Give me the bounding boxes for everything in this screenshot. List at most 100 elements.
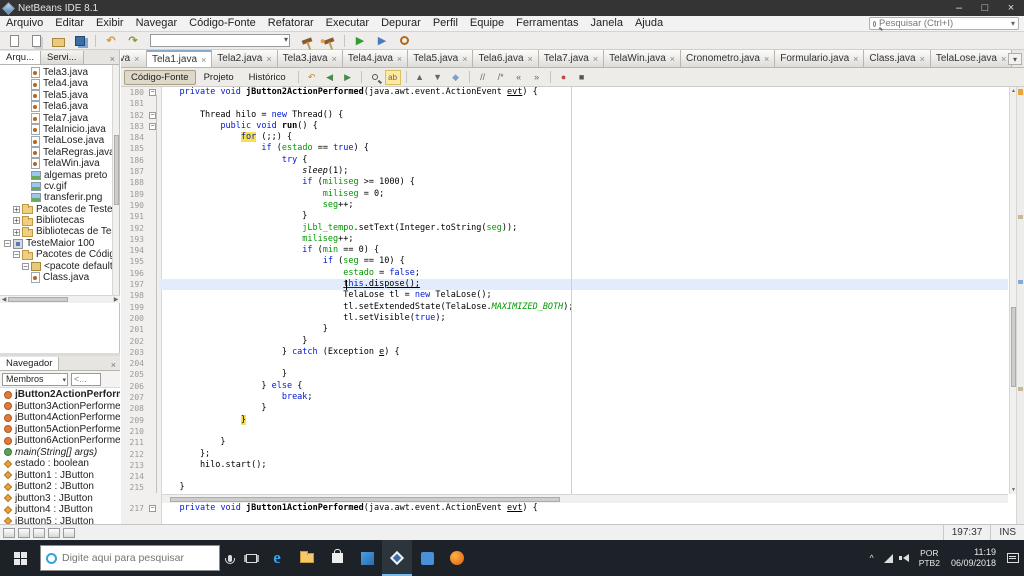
code-line-below-scrollbar[interactable]: 217− private void jButton1ActionPerforme… [121,503,1008,515]
tab-navegador[interactable]: Navegador [0,357,60,370]
scrollbar-thumb[interactable] [114,135,119,205]
collapse-icon[interactable]: − [13,251,20,259]
fold-column[interactable] [147,358,159,369]
editor-tab-tela5-java[interactable]: Tela5.java × [408,50,474,67]
fold-column[interactable] [147,302,159,313]
tree-item-telaregras-java[interactable]: TelaRegras.java [0,147,113,158]
statusbar-panel-icon[interactable] [33,527,45,538]
tree-item-cv-gif[interactable]: cv.gif [0,181,113,192]
line-number[interactable]: 204 [121,358,147,369]
editor-tab-cronometro-java[interactable]: Cronometro.java × [681,50,776,67]
stripe-mark[interactable] [1018,215,1023,219]
line-number[interactable]: 214 [121,471,147,482]
code-line-213[interactable]: 213 hilo.start(); [121,460,1008,471]
tree-item-transferir-png[interactable]: transferir.png [0,192,113,203]
editor-tab-tela6-java[interactable]: Tela6.java × [473,50,539,67]
tree-item-class-java[interactable]: Class.java [0,272,113,284]
fold-column[interactable]: − [147,87,159,98]
previous-bookmark-button[interactable]: ▲ [412,70,428,85]
view-button-historico[interactable]: Histórico [242,70,293,85]
tree-item-tela7-java[interactable]: Tela7.java [0,113,113,124]
code-line-209[interactable]: 209 } [121,414,1008,426]
scrollbar-thumb[interactable] [170,496,560,502]
explorer-vertical-scrollbar[interactable] [112,65,119,295]
fold-column[interactable] [147,166,159,177]
action-center-button[interactable] [1002,540,1024,576]
open-project-button[interactable] [48,33,68,49]
fold-column[interactable] [147,189,159,200]
line-number[interactable]: 182 [121,110,147,121]
line-number[interactable]: 201 [121,324,147,335]
line-number[interactable]: 207 [121,392,147,403]
fold-collapse-icon[interactable]: − [149,122,156,130]
code-line-195[interactable]: 195 if (seg == 10) { [121,256,1008,267]
close-tab-icon[interactable]: × [1001,54,1006,64]
code-line-182[interactable]: 182− Thread hilo = new Thread() { [121,110,1008,121]
statusbar-panel-icon[interactable] [63,527,75,538]
code-line-190[interactable]: 190 seg++; [121,200,1008,211]
minimize-button[interactable]: – [946,0,972,16]
fold-column[interactable] [147,482,159,493]
stripe-mark[interactable] [1018,387,1023,391]
line-number[interactable]: 187 [121,166,147,177]
tree-item-bibliotecas[interactable]: + Bibliotecas [0,215,113,226]
tree-item-testemaior-100[interactable]: − TesteMaior 100 [0,238,113,249]
fold-collapse-icon[interactable]: − [149,111,156,119]
line-number[interactable]: 200 [121,313,147,324]
back-button[interactable]: ◀ [322,70,338,85]
scroll-right-icon[interactable]: ▶ [112,296,120,303]
line-number[interactable]: 195 [121,256,147,267]
microphone-button[interactable] [220,540,240,576]
fold-collapse-icon[interactable]: − [149,89,156,96]
code-line-204[interactable]: 204 [121,358,1008,369]
menu-navegar[interactable]: Navegar [130,17,184,29]
tree-item-pacotes-de-codigos-fonte[interactable]: − Pacotes de Códigos-fonte [0,249,113,260]
code-editor[interactable]: 180− private void jButton2ActionPerforme… [121,87,1024,524]
fold-column[interactable] [147,460,159,471]
close-icon[interactable]: × [106,54,119,64]
highlight-occurrences-button[interactable]: ab [384,69,401,85]
fold-column[interactable] [147,279,159,290]
code-line-186[interactable]: 186 try { [121,155,1008,166]
code-line-184[interactable]: 184 for (;;) { [121,132,1008,143]
profile-project-button[interactable] [394,33,414,49]
line-number[interactable]: 199 [121,302,147,313]
fold-column[interactable] [147,449,159,460]
menu-equipe[interactable]: Equipe [464,17,510,29]
code-line-180[interactable]: 180− private void jButton2ActionPerforme… [121,87,1008,98]
clean-build-project-button[interactable] [319,33,339,49]
member-jbutton4-jbutton[interactable]: jbutton4 : JButton [0,504,120,516]
error-stripe[interactable] [1016,87,1024,524]
menu-perfil[interactable]: Perfil [427,17,464,29]
code-line-181[interactable]: 181 [121,98,1008,109]
code-line-211[interactable]: 211 } [121,437,1008,448]
menu-ajuda[interactable]: Ajuda [629,17,669,29]
code-line-189[interactable]: 189 miliseg = 0; [121,189,1008,200]
member-jbutton2-jbutton[interactable]: jButton2 : JButton [0,481,120,493]
close-tab-icon[interactable]: × [528,54,533,64]
tree-item-tela3-java[interactable]: Tela3.java [0,67,113,79]
fold-column[interactable] [147,268,159,279]
fold-column[interactable] [147,336,159,347]
editor-tab-tela4-java[interactable]: Tela4.java × [342,50,409,67]
expand-icon[interactable]: + [13,217,20,225]
line-number[interactable]: 185 [121,143,147,154]
taskbar-search-input[interactable] [62,552,219,564]
fold-column[interactable] [147,132,159,143]
line-number[interactable]: 215 [121,482,147,493]
line-number[interactable]: 181 [121,98,147,109]
quick-search[interactable]: ▾ [869,17,1019,30]
code-line-215[interactable]: 215 } [121,482,1008,493]
menu-refatorar[interactable]: Refatorar [262,17,320,29]
project-tree[interactable]: Tela3.java Tela4.java Tela5.java Tela6.java… [0,65,113,295]
project-configuration-select[interactable]: ▾ [150,34,290,47]
line-number[interactable]: 202 [121,336,147,347]
new-project-button[interactable] [26,33,46,49]
close-tab-icon[interactable]: × [593,54,598,64]
code-line-196[interactable]: 196 estado = false; [121,268,1008,279]
fold-column[interactable] [147,256,159,267]
forward-button[interactable]: ▶ [340,70,356,85]
shift-left-button[interactable]: « [511,70,527,85]
tree-item-tela6-java[interactable]: Tela6.java [0,101,113,113]
fold-column[interactable] [147,143,159,154]
